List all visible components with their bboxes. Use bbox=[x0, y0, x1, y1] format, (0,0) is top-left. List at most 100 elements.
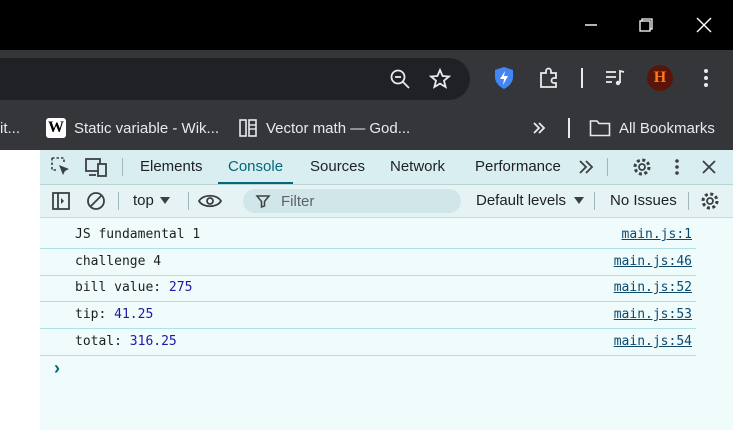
kebab-menu-icon bbox=[704, 69, 708, 87]
message-value: 316.25 bbox=[129, 334, 177, 349]
tabs-divider bbox=[607, 158, 608, 176]
message-label: challenge 4 bbox=[75, 254, 162, 269]
live-expression-button[interactable] bbox=[197, 190, 223, 217]
inspect-cursor-icon bbox=[51, 157, 69, 175]
kebab-menu-icon bbox=[675, 159, 679, 175]
message-text: tip: 41.25 bbox=[75, 307, 153, 322]
issues-button[interactable]: No Issues bbox=[610, 192, 677, 209]
devtools-settings-button[interactable] bbox=[631, 156, 653, 183]
media-control-button[interactable] bbox=[601, 64, 629, 92]
console-toolbar: top Filter Default levels No Issues bbox=[40, 185, 733, 218]
bookmark-star-button[interactable] bbox=[426, 65, 454, 93]
log-levels-label: Default levels bbox=[476, 192, 567, 209]
console-message: tip: 41.25 main.js:53 bbox=[40, 302, 696, 329]
message-label: JS fundamental 1 bbox=[75, 227, 201, 242]
eye-icon bbox=[197, 194, 223, 208]
device-mode-icon bbox=[85, 158, 107, 177]
tab-performance[interactable]: Performance bbox=[475, 150, 561, 184]
toolbar-divider bbox=[118, 192, 119, 210]
clear-console-button[interactable] bbox=[85, 190, 107, 217]
source-link[interactable]: main.js:52 bbox=[614, 280, 692, 295]
toggle-sidebar-button[interactable] bbox=[51, 191, 71, 216]
browser-menu-button[interactable] bbox=[692, 64, 720, 92]
message-text: challenge 4 bbox=[75, 254, 161, 269]
zoom-out-icon bbox=[390, 69, 410, 89]
prompt-chevron-icon: › bbox=[54, 358, 60, 378]
filter-icon bbox=[255, 195, 271, 209]
bookmark-item[interactable]: it... bbox=[0, 116, 20, 140]
extensions-button[interactable] bbox=[535, 64, 563, 92]
toolbar-divider bbox=[188, 192, 189, 210]
gear-icon bbox=[633, 158, 651, 176]
bookmark-label: Static variable - Wik... bbox=[74, 119, 220, 137]
console-message: challenge 4 main.js:46 bbox=[40, 249, 696, 276]
window-title-bar bbox=[0, 0, 733, 50]
console-message: JS fundamental 1 main.js:1 bbox=[40, 222, 696, 249]
bookmark-label: it... bbox=[0, 119, 21, 137]
devtools-menu-button[interactable] bbox=[674, 158, 680, 181]
console-message: bill value: 275 main.js:52 bbox=[40, 275, 696, 302]
bookmark-item[interactable]: Vector math — God... bbox=[238, 116, 410, 140]
tab-elements[interactable]: Elements bbox=[140, 150, 203, 184]
message-text: JS fundamental 1 bbox=[75, 227, 200, 242]
caret-down-icon bbox=[574, 196, 585, 204]
extension-shield-button[interactable] bbox=[490, 64, 518, 92]
message-text: total: 316.25 bbox=[75, 334, 177, 349]
context-label: top bbox=[133, 192, 154, 209]
bookmarks-divider bbox=[568, 118, 570, 138]
message-value: 275 bbox=[168, 280, 193, 295]
all-bookmarks-label: All Bookmarks bbox=[619, 119, 715, 137]
clear-icon bbox=[87, 192, 105, 210]
devtools-panel: Elements Console Sources Network Perform… bbox=[40, 150, 733, 430]
toolbar-divider bbox=[581, 68, 583, 88]
shield-bolt-icon bbox=[495, 67, 513, 89]
console-prompt[interactable]: › bbox=[40, 358, 696, 380]
double-chevron-right-icon bbox=[579, 160, 594, 174]
source-link[interactable]: main.js:54 bbox=[614, 334, 692, 349]
minimize-button[interactable] bbox=[576, 10, 606, 40]
source-link[interactable]: main.js:46 bbox=[614, 254, 692, 269]
tab-network[interactable]: Network bbox=[390, 150, 445, 184]
message-value: 41.25 bbox=[114, 307, 154, 322]
close-icon bbox=[696, 17, 712, 33]
tab-sources[interactable]: Sources bbox=[310, 150, 365, 184]
all-bookmarks-button[interactable]: All Bookmarks bbox=[589, 116, 715, 140]
playlist-music-icon bbox=[606, 69, 625, 86]
filter-placeholder: Filter bbox=[281, 192, 315, 210]
console-output: JS fundamental 1 main.js:1 challenge 4 m… bbox=[40, 222, 733, 430]
device-toolbar-button[interactable] bbox=[84, 156, 108, 183]
profile-avatar[interactable]: H bbox=[647, 65, 673, 91]
console-settings-button[interactable] bbox=[699, 190, 721, 217]
filter-input[interactable]: Filter bbox=[243, 189, 461, 213]
source-link[interactable]: main.js:53 bbox=[614, 307, 692, 322]
tab-console[interactable]: Console bbox=[218, 150, 294, 184]
folder-icon bbox=[589, 120, 611, 137]
wikipedia-icon: W bbox=[46, 118, 66, 138]
bookmarks-bar: it... W Static variable - Wik... Vector … bbox=[0, 106, 733, 150]
bookmark-item[interactable]: W Static variable - Wik... bbox=[46, 116, 219, 140]
source-link[interactable]: main.js:1 bbox=[622, 227, 692, 242]
caret-down-icon bbox=[159, 196, 170, 204]
minimize-icon bbox=[585, 24, 597, 26]
close-window-button[interactable] bbox=[689, 10, 719, 40]
puzzle-icon bbox=[540, 67, 557, 88]
restore-button[interactable] bbox=[631, 10, 661, 40]
log-levels-dropdown[interactable]: Default levels bbox=[476, 192, 585, 209]
context-selector[interactable]: top bbox=[133, 192, 170, 209]
sidebar-icon bbox=[52, 192, 70, 210]
more-tabs-button[interactable] bbox=[577, 159, 595, 180]
gear-icon bbox=[701, 192, 719, 210]
zoom-button[interactable] bbox=[386, 65, 414, 93]
devtools-tab-bar: Elements Console Sources Network Perform… bbox=[40, 150, 733, 185]
restore-icon bbox=[639, 18, 653, 32]
close-icon bbox=[702, 160, 716, 174]
close-devtools-button[interactable] bbox=[701, 159, 717, 180]
toolbar-divider bbox=[594, 192, 595, 210]
more-bookmarks-button[interactable] bbox=[531, 116, 547, 140]
address-bar[interactable] bbox=[0, 58, 470, 100]
inspect-element-button[interactable] bbox=[50, 156, 72, 183]
bookmark-label: Vector math — God... bbox=[266, 119, 411, 137]
message-label: total: bbox=[75, 334, 130, 349]
console-message: total: 316.25 main.js:54 bbox=[40, 329, 696, 356]
double-chevron-right-icon bbox=[533, 122, 546, 134]
